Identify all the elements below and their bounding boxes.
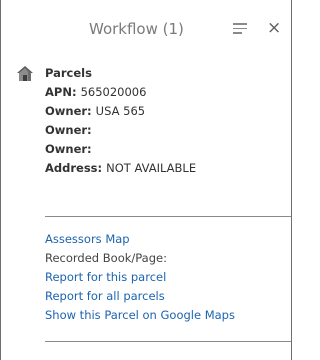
divider-bottom <box>45 341 291 342</box>
field-row-owner-3: Owner: <box>45 140 196 159</box>
field-row-apn: APN: 565020006 <box>45 83 196 102</box>
panel-title: Workflow (1) <box>89 20 184 38</box>
hamburger-menu-icon[interactable] <box>233 23 247 35</box>
close-icon[interactable]: × <box>267 18 281 38</box>
field-value: USA 565 <box>95 104 146 118</box>
feature-attributes: Parcels APN: 565020006 Owner: USA 565 Ow… <box>45 64 196 178</box>
field-row-address: Address: NOT AVAILABLE <box>45 159 196 178</box>
report-this-parcel-link[interactable]: Report for this parcel <box>45 268 235 287</box>
field-key: Address: <box>45 161 107 175</box>
field-key: APN: <box>45 85 81 99</box>
divider-top <box>45 216 291 217</box>
field-key: Owner: <box>45 142 92 156</box>
layer-name: Parcels <box>45 66 92 80</box>
workflow-panel: Workflow (1) × Parcels APN: 565020006 Ow… <box>0 0 292 360</box>
house-icon <box>17 66 33 81</box>
google-maps-link[interactable]: Show this Parcel on Google Maps <box>45 306 235 325</box>
assessors-map-link[interactable]: Assessors Map <box>45 230 235 249</box>
recorded-book-page-label: Recorded Book/Page: <box>45 251 167 265</box>
field-row-owner-2: Owner: <box>45 121 196 140</box>
field-value: NOT AVAILABLE <box>106 161 197 175</box>
panel-header: Workflow (1) × <box>1 0 293 58</box>
field-value: 565020006 <box>80 85 147 99</box>
action-links: Assessors Map Recorded Book/Page: Report… <box>45 230 235 325</box>
report-all-parcels-link[interactable]: Report for all parcels <box>45 287 235 306</box>
field-key: Owner: <box>45 104 96 118</box>
field-row-owner: Owner: USA 565 <box>45 102 196 121</box>
field-key: Owner: <box>45 123 92 137</box>
